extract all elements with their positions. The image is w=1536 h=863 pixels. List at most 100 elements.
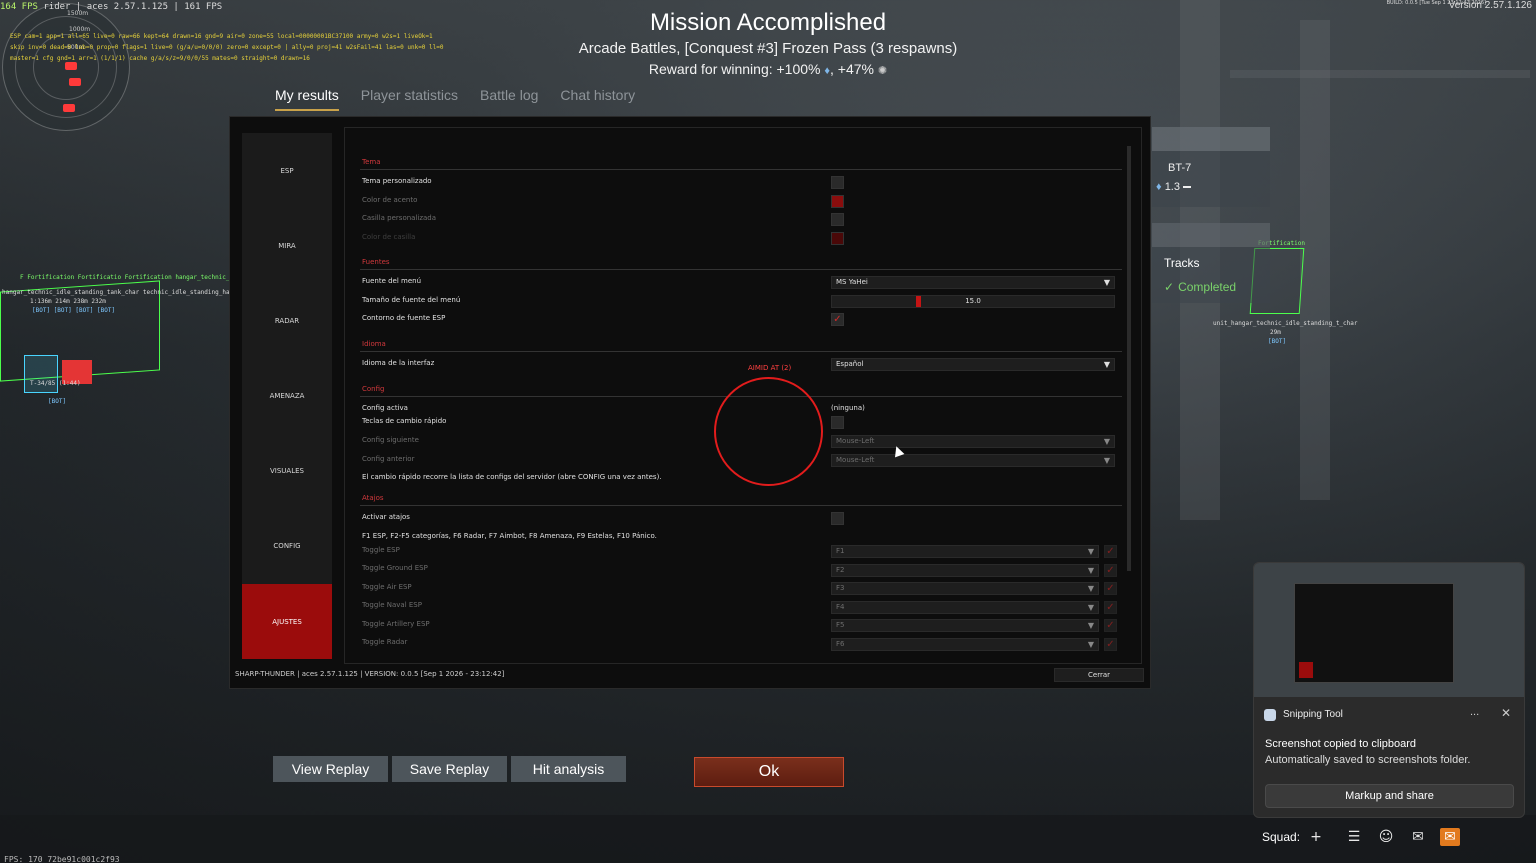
active-config-label: Config activa <box>362 404 408 412</box>
sidebar-item-amenaza[interactable]: AMENAZA <box>242 358 332 433</box>
plus-icon[interactable]: + <box>1306 828 1326 846</box>
screenshot-thumbnail[interactable] <box>1254 563 1524 697</box>
box-color-swatch[interactable] <box>831 232 844 245</box>
cheat-settings-window: ESP MIRA RADAR AMENAZA VISUALES CONFIG A… <box>229 116 1151 689</box>
chat-icon[interactable]: ✉ <box>1408 828 1428 846</box>
shortcut-key-dropdown[interactable]: F5 ▼ <box>831 619 1099 632</box>
esp-bot-tag: [BOT] <box>48 398 67 405</box>
section-title-config: Config <box>362 385 385 393</box>
language-dropdown[interactable]: Español ▼ <box>831 358 1115 371</box>
tema-personalizado-label: Tema personalizado <box>362 177 432 185</box>
accent-color-label: Color de acento <box>362 196 418 204</box>
casilla-personalizada-label: Casilla personalizada <box>362 214 437 222</box>
mission-subtitle: Arcade Battles, [Conquest #3] Frozen Pas… <box>578 40 958 57</box>
view-replay-button[interactable]: View Replay <box>273 756 388 782</box>
config-note: El cambio rápido recorre la lista de con… <box>362 473 662 481</box>
sidebar-item-mira[interactable]: MIRA <box>242 208 332 283</box>
shortcut-key-dropdown[interactable]: F6 ▼ <box>831 638 1099 651</box>
prev-config-label: Config anterior <box>362 455 415 463</box>
vehicle-name: BT-7 <box>1168 162 1192 174</box>
dropdown-arrow-icon: ▼ <box>1087 603 1094 612</box>
menu-font-dropdown[interactable]: MS YaHei ▼ <box>831 276 1115 289</box>
shortcut-enabled-checkbox[interactable]: ✓ <box>1104 601 1117 614</box>
sidebar-item-config[interactable]: CONFIG <box>242 508 332 583</box>
dropdown-arrow-icon: ▼ <box>1103 360 1110 369</box>
esp-outline-checkbox[interactable]: ✓ <box>831 313 844 326</box>
ok-button[interactable]: Ok <box>694 757 844 787</box>
mail-icon[interactable]: ✉ <box>1440 828 1460 846</box>
tracks-title: Tracks <box>1164 256 1200 270</box>
shortcut-enabled-checkbox[interactable]: ✓ <box>1104 545 1117 558</box>
shortcut-enabled-checkbox[interactable]: ✓ <box>1104 619 1117 632</box>
tracks-status: ✓ Completed <box>1164 280 1237 294</box>
hit-analysis-button[interactable]: Hit analysis <box>511 756 626 782</box>
hotkeys-checkbox[interactable] <box>831 416 844 429</box>
shortcut-key-dropdown[interactable]: F1 ▼ <box>831 545 1099 558</box>
notification-message: Screenshot copied to clipboard <box>1265 738 1417 750</box>
shortcut-key-dropdown[interactable]: F4 ▼ <box>831 601 1099 614</box>
slider-handle[interactable] <box>916 296 921 307</box>
thumbnail-window <box>1294 583 1454 683</box>
shortcut-row-label: Toggle Ground ESP <box>362 564 428 572</box>
hotkeys-label: Teclas de cambio rápido <box>362 417 447 425</box>
friends-icon[interactable]: ☺ <box>1376 828 1396 846</box>
battle-rating-icon: ♦ <box>1156 181 1162 193</box>
notification-app-name: Snipping Tool <box>1283 709 1343 720</box>
menu-font-size-slider[interactable]: 15.0 <box>831 295 1115 308</box>
esp-target-label: T-34/85 (1:44) <box>30 380 81 387</box>
shortcut-enabled-checkbox[interactable]: ✓ <box>1104 582 1117 595</box>
dropdown-arrow-icon: ▼ <box>1103 456 1110 465</box>
tab-player-statistics[interactable]: Player statistics <box>361 87 458 111</box>
enable-shortcuts-checkbox[interactable] <box>831 512 844 525</box>
reward-text: Reward for winning: +100% <box>648 61 821 77</box>
sidebar-item-esp[interactable]: ESP <box>242 133 332 208</box>
save-replay-button[interactable]: Save Replay <box>392 756 507 782</box>
accent-color-swatch[interactable] <box>831 195 844 208</box>
close-icon[interactable]: ✕ <box>1501 706 1511 720</box>
close-button[interactable]: Cerrar <box>1054 668 1144 682</box>
sidebar-item-visuales[interactable]: VISUALES <box>242 433 332 508</box>
tab-battle-log[interactable]: Battle log <box>480 87 538 111</box>
aim-target-label: AIMID AT (2) <box>748 364 792 372</box>
casilla-personalizada-checkbox[interactable] <box>831 213 844 226</box>
esp-label: unit_hangar_technic_idle_standing_t_char <box>1213 320 1358 327</box>
research-icon: ✺ <box>877 65 888 77</box>
esp-distance: 29m <box>1270 329 1281 336</box>
markup-and-share-button[interactable]: Markup and share <box>1265 784 1514 808</box>
section-divider <box>360 169 1122 170</box>
prev-config-dropdown[interactable]: Mouse-Left ▼ <box>831 454 1115 467</box>
shortcut-key-dropdown[interactable]: F2 ▼ <box>831 564 1099 577</box>
tema-personalizado-checkbox[interactable] <box>831 176 844 189</box>
results-tabs: My results Player statistics Battle log … <box>275 87 635 111</box>
enable-shortcuts-label: Activar atajos <box>362 513 410 521</box>
tracks-panel-header <box>1152 223 1270 247</box>
tab-my-results[interactable]: My results <box>275 87 339 111</box>
vehicle-panel: BT-7 ♦ 1.3 <box>1152 127 1270 207</box>
esp-bot-tag: [BOT] [BOT] [BOT] [BOT] <box>32 307 116 314</box>
dropdown-arrow-icon: ▼ <box>1087 584 1094 593</box>
next-config-dropdown[interactable]: Mouse-Left ▼ <box>831 435 1115 448</box>
section-divider <box>360 269 1122 270</box>
active-config-value: (ninguna) <box>831 404 865 412</box>
sidebar-item-ajustes[interactable]: AJUSTES <box>242 584 332 659</box>
menu-font-label: Fuente del menú <box>362 277 422 285</box>
shortcut-enabled-checkbox[interactable]: ✓ <box>1104 564 1117 577</box>
settings-scrollbar[interactable] <box>1127 146 1131 571</box>
shortcut-row-label: Toggle Radar <box>362 638 408 646</box>
shortcut-enabled-checkbox[interactable]: ✓ <box>1104 638 1117 651</box>
tab-chat-history[interactable]: Chat history <box>560 87 635 111</box>
shortcut-key-dropdown[interactable]: F3 ▼ <box>831 582 1099 595</box>
thumbnail-accent <box>1299 662 1313 678</box>
esp-target-cube <box>24 355 58 393</box>
tracks-panel: Tracks ✓ Completed <box>1152 223 1270 303</box>
sidebar-item-radar[interactable]: RADAR <box>242 283 332 358</box>
background-structure <box>1300 20 1330 500</box>
list-icon[interactable]: ☰ <box>1344 828 1364 846</box>
fps-counter-bottom: FPS: 170 72be91c001c2f93 <box>4 855 120 863</box>
esp-bot-tag: [BOT] <box>1268 338 1287 345</box>
shortcut-row-label: Toggle Artillery ESP <box>362 620 430 628</box>
mission-title: Mission Accomplished <box>649 9 887 36</box>
aimbot-fov-circle <box>714 377 823 486</box>
shortcut-row-label: Toggle Naval ESP <box>362 601 422 609</box>
more-options-icon[interactable]: ... <box>1470 706 1479 718</box>
